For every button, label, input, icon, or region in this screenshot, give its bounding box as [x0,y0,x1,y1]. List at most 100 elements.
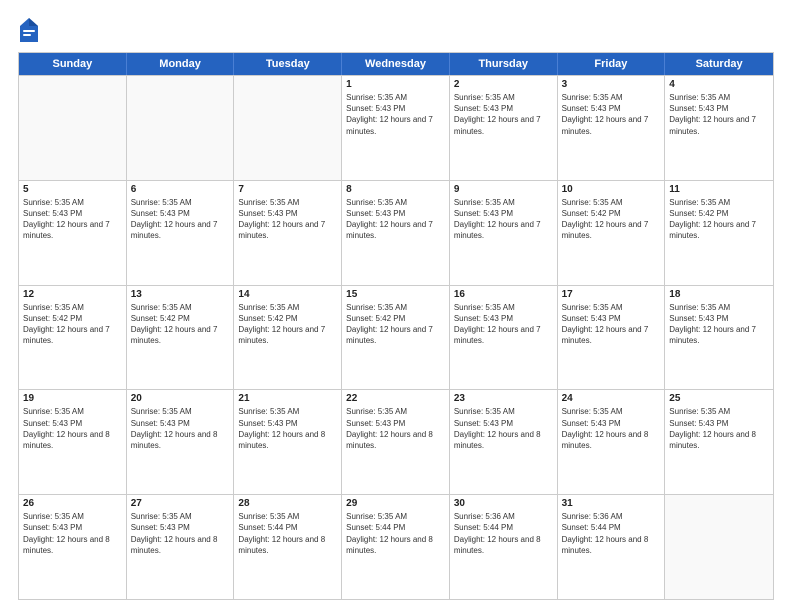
day-info: Sunrise: 5:35 AMSunset: 5:43 PMDaylight:… [454,92,553,137]
calendar-cell: 30 Sunrise: 5:36 AMSunset: 5:44 PMDayligh… [450,495,558,599]
day-number: 20 [131,393,230,404]
day-info: Sunrise: 5:35 AMSunset: 5:43 PMDaylight:… [23,511,122,556]
calendar-cell: 21Sunrise: 5:35 AMSunset: 5:43 PMDayligh… [234,390,342,494]
calendar-cell: 2 Sunrise: 5:35 AMSunset: 5:43 PMDaylight… [450,76,558,180]
calendar-cell: 9 Sunrise: 5:35 AMSunset: 5:43 PMDaylight… [450,181,558,285]
header-day-friday: Friday [558,53,666,75]
day-number: 22 [346,393,445,404]
day-number: 8 [346,184,445,195]
day-info: Sunrise: 5:35 AMSunset: 5:44 PMDaylight:… [238,511,337,556]
day-number: 15 [346,289,445,300]
day-info: Sunrise: 5:35 AMSunset: 5:43 PMDaylight:… [346,197,445,242]
day-info: Sunrise: 5:35 AMSunset: 5:43 PMDaylight:… [454,197,553,242]
calendar-cell: 26 Sunrise: 5:35 AMSunset: 5:43 PMDayligh… [19,495,127,599]
calendar-cell: 14 Sunrise: 5:35 AMSunset: 5:42 PMDayligh… [234,286,342,390]
day-info: Sunrise: 5:35 AMSunset: 5:43 PMDaylight:… [562,406,661,451]
day-info: Sunrise: 5:35 AMSunset: 5:42 PMDaylight:… [131,302,230,347]
calendar-cell: 3 Sunrise: 5:35 AMSunset: 5:43 PMDaylight… [558,76,666,180]
day-number: 24 [562,393,661,404]
calendar-cell: 8 Sunrise: 5:35 AMSunset: 5:43 PMDaylight… [342,181,450,285]
day-number: 3 [562,79,661,90]
day-info: Sunrise: 5:35 AMSunset: 5:43 PMDaylight:… [669,302,769,347]
day-number: 19 [23,393,122,404]
calendar-cell: 5 Sunrise: 5:35 AMSunset: 5:43 PMDaylight… [19,181,127,285]
calendar-cell: 6 Sunrise: 5:35 AMSunset: 5:43 PMDaylight… [127,181,235,285]
calendar-week-5: 26 Sunrise: 5:35 AMSunset: 5:43 PMDayligh… [19,494,773,599]
calendar-header-row: SundayMondayTuesdayWednesdayThursdayFrid… [19,53,773,75]
calendar-cell: 19 Sunrise: 5:35 AMSunset: 5:43 PMDayligh… [19,390,127,494]
day-info: Sunrise: 5:35 AMSunset: 5:42 PMDaylight:… [346,302,445,347]
day-number: 6 [131,184,230,195]
calendar-cell: 24 Sunrise: 5:35 AMSunset: 5:43 PMDayligh… [558,390,666,494]
calendar-cell: 7Sunrise: 5:35 AMSunset: 5:43 PMDaylight… [234,181,342,285]
header [18,16,774,44]
day-number: 14 [238,289,337,300]
day-info: Sunrise: 5:35 AMSunset: 5:43 PMDaylight:… [454,406,553,451]
day-info: Sunrise: 5:35 AMSunset: 5:43 PMDaylight:… [562,92,661,137]
day-info: Sunrise: 5:35 AMSunset: 5:42 PMDaylight:… [562,197,661,242]
calendar-cell: 29Sunrise: 5:35 AMSunset: 5:44 PMDayligh… [342,495,450,599]
day-number: 16 [454,289,553,300]
calendar-cell [127,76,235,180]
day-info: Sunrise: 5:35 AMSunset: 5:43 PMDaylight:… [23,197,122,242]
calendar-cell: 28 Sunrise: 5:35 AMSunset: 5:44 PMDayligh… [234,495,342,599]
day-info: Sunrise: 5:35 AMSunset: 5:43 PMDaylight:… [23,406,122,451]
day-number: 18 [669,289,769,300]
day-number: 28 [238,498,337,509]
day-info: Sunrise: 5:36 AMSunset: 5:44 PMDaylight:… [454,511,553,556]
page: SundayMondayTuesdayWednesdayThursdayFrid… [0,0,792,612]
day-number: 2 [454,79,553,90]
day-info: Sunrise: 5:35 AMSunset: 5:43 PMDaylight:… [131,511,230,556]
day-number: 30 [454,498,553,509]
calendar-cell: 15 Sunrise: 5:35 AMSunset: 5:42 PMDayligh… [342,286,450,390]
day-info: Sunrise: 5:35 AMSunset: 5:43 PMDaylight:… [131,197,230,242]
calendar-cell: 20Sunrise: 5:35 AMSunset: 5:43 PMDayligh… [127,390,235,494]
day-info: Sunrise: 5:35 AMSunset: 5:42 PMDaylight:… [238,302,337,347]
day-info: Sunrise: 5:35 AMSunset: 5:44 PMDaylight:… [346,511,445,556]
day-number: 27 [131,498,230,509]
day-number: 5 [23,184,122,195]
calendar-cell: 13Sunrise: 5:35 AMSunset: 5:42 PMDayligh… [127,286,235,390]
day-info: Sunrise: 5:35 AMSunset: 5:43 PMDaylight:… [562,302,661,347]
day-number: 11 [669,184,769,195]
calendar-cell: 25Sunrise: 5:35 AMSunset: 5:43 PMDayligh… [665,390,773,494]
calendar-cell [19,76,127,180]
day-info: Sunrise: 5:35 AMSunset: 5:43 PMDaylight:… [669,92,769,137]
day-info: Sunrise: 5:35 AMSunset: 5:43 PMDaylight:… [346,92,445,137]
header-day-wednesday: Wednesday [342,53,450,75]
day-number: 17 [562,289,661,300]
calendar-body: 1 Sunrise: 5:35 AMSunset: 5:43 PMDaylight… [19,75,773,599]
calendar-cell: 1 Sunrise: 5:35 AMSunset: 5:43 PMDaylight… [342,76,450,180]
day-number: 25 [669,393,769,404]
day-number: 9 [454,184,553,195]
day-info: Sunrise: 5:35 AMSunset: 5:43 PMDaylight:… [346,406,445,451]
day-number: 12 [23,289,122,300]
calendar-cell: 17 Sunrise: 5:35 AMSunset: 5:43 PMDayligh… [558,286,666,390]
day-info: Sunrise: 5:35 AMSunset: 5:42 PMDaylight:… [23,302,122,347]
day-number: 23 [454,393,553,404]
logo [18,16,44,44]
calendar-cell: 11 Sunrise: 5:35 AMSunset: 5:42 PMDayligh… [665,181,773,285]
calendar-cell [665,495,773,599]
calendar-cell: 18 Sunrise: 5:35 AMSunset: 5:43 PMDayligh… [665,286,773,390]
calendar-cell: 10 Sunrise: 5:35 AMSunset: 5:42 PMDayligh… [558,181,666,285]
day-number: 10 [562,184,661,195]
calendar-week-3: 12 Sunrise: 5:35 AMSunset: 5:42 PMDayligh… [19,285,773,390]
calendar-cell: 4 Sunrise: 5:35 AMSunset: 5:43 PMDaylight… [665,76,773,180]
calendar: SundayMondayTuesdayWednesdayThursdayFrid… [18,52,774,600]
calendar-week-2: 5 Sunrise: 5:35 AMSunset: 5:43 PMDaylight… [19,180,773,285]
day-number: 1 [346,79,445,90]
logo-icon [18,16,40,44]
day-info: Sunrise: 5:36 AMSunset: 5:44 PMDaylight:… [562,511,661,556]
calendar-week-4: 19 Sunrise: 5:35 AMSunset: 5:43 PMDayligh… [19,389,773,494]
day-number: 4 [669,79,769,90]
day-info: Sunrise: 5:35 AMSunset: 5:43 PMDaylight:… [238,197,337,242]
header-day-sunday: Sunday [19,53,127,75]
day-info: Sunrise: 5:35 AMSunset: 5:42 PMDaylight:… [669,197,769,242]
calendar-week-1: 1 Sunrise: 5:35 AMSunset: 5:43 PMDaylight… [19,75,773,180]
calendar-cell [234,76,342,180]
day-info: Sunrise: 5:35 AMSunset: 5:43 PMDaylight:… [454,302,553,347]
header-day-thursday: Thursday [450,53,558,75]
day-info: Sunrise: 5:35 AMSunset: 5:43 PMDaylight:… [238,406,337,451]
day-number: 26 [23,498,122,509]
